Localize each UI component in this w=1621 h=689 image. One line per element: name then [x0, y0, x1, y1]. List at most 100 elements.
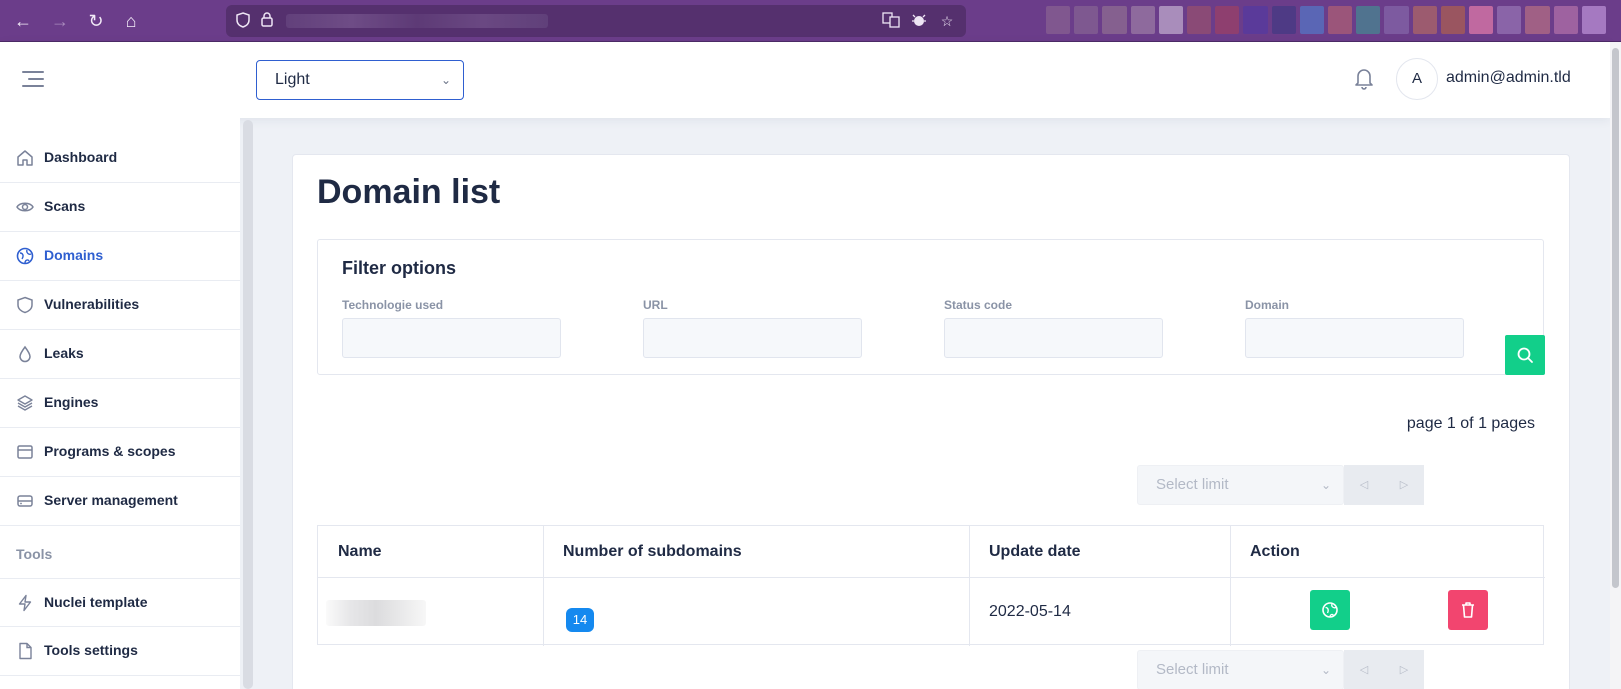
- search-button[interactable]: [1505, 335, 1545, 375]
- star-icon[interactable]: ☆: [938, 12, 956, 30]
- sidebar-item-server-management[interactable]: Server management: [0, 477, 240, 526]
- translate-icon[interactable]: [882, 12, 900, 30]
- lightning-icon: [16, 594, 34, 612]
- sidebar-item-vulnerabilities[interactable]: Vulnerabilities: [0, 281, 240, 330]
- avatar[interactable]: A: [1396, 58, 1438, 100]
- browser-toolbar: ← → ↻ ⌂ ☆: [0, 0, 1621, 42]
- server-icon: [16, 492, 34, 510]
- subdomain-count-badge: 14: [566, 608, 594, 632]
- delete-domain-button[interactable]: [1448, 590, 1488, 630]
- column-header-subdomains[interactable]: Number of subdomains: [543, 526, 742, 577]
- sidebar-item-label: Leaks: [44, 345, 84, 361]
- extension-icon[interactable]: [1243, 6, 1268, 34]
- reload-icon[interactable]: ↻: [84, 9, 108, 33]
- sidebar-item-label: Engines: [44, 394, 99, 410]
- sidebar-item-dashboard[interactable]: Dashboard: [0, 134, 240, 183]
- extension-icon[interactable]: [1497, 6, 1522, 34]
- home-icon[interactable]: ⌂: [119, 9, 143, 33]
- bell-icon[interactable]: [1353, 66, 1377, 92]
- layers-icon: [16, 394, 34, 412]
- prev-page-button-bottom[interactable]: ◁: [1344, 650, 1384, 689]
- extension-icon[interactable]: [1356, 6, 1381, 34]
- caret-right-icon: ▷: [1399, 479, 1409, 491]
- column-header-name[interactable]: Name: [318, 526, 382, 577]
- extension-icon[interactable]: [1553, 6, 1578, 34]
- extension-icon[interactable]: [1384, 6, 1409, 34]
- sidebar-item-scans[interactable]: Scans: [0, 183, 240, 232]
- next-page-button[interactable]: ▷: [1384, 465, 1424, 505]
- sidebar-scrollbar[interactable]: [243, 120, 253, 689]
- domain-input[interactable]: [1245, 318, 1464, 358]
- limit-select-placeholder: Select limit: [1156, 661, 1229, 678]
- url-input[interactable]: [643, 318, 862, 358]
- extension-icon[interactable]: [1581, 6, 1607, 34]
- filter-label-url: URL: [643, 298, 668, 312]
- lock-icon[interactable]: [258, 12, 276, 30]
- hamburger-menu-icon[interactable]: [22, 71, 44, 87]
- back-icon[interactable]: ←: [11, 9, 35, 33]
- limit-select-placeholder: Select limit: [1156, 476, 1229, 493]
- file-icon: [16, 642, 34, 660]
- extension-icon[interactable]: [1074, 6, 1099, 34]
- sidebar: Dashboard Scans Domains Vulnerabilities …: [0, 118, 240, 689]
- extension-icon[interactable]: [1299, 6, 1325, 34]
- filter-panel: Filter options Technologie used URL Stat…: [317, 239, 1545, 375]
- extension-icon[interactable]: [1412, 6, 1437, 34]
- next-page-button-bottom[interactable]: ▷: [1384, 650, 1424, 689]
- droplet-icon: [16, 345, 34, 363]
- extension-icon[interactable]: [1271, 6, 1296, 34]
- column-header-update-date[interactable]: Update date: [969, 526, 1081, 577]
- domain-list-card: Domain list Filter options Technologie u…: [292, 154, 1570, 689]
- view-domain-button[interactable]: [1310, 590, 1350, 630]
- extension-icon[interactable]: [1102, 6, 1127, 34]
- user-email[interactable]: admin@admin.tld: [1446, 69, 1571, 87]
- sidebar-item-label: Programs & scopes: [44, 443, 176, 459]
- extension-icon[interactable]: [1046, 6, 1071, 34]
- extension-icon[interactable]: [1130, 6, 1155, 34]
- sidebar-item-label: Scans: [44, 198, 86, 214]
- extension-icon[interactable]: [1215, 6, 1240, 34]
- extension-icon[interactable]: [1187, 6, 1212, 34]
- home-icon: [16, 149, 34, 167]
- extension-icon[interactable]: [1440, 6, 1466, 34]
- eye-icon: [16, 198, 34, 216]
- status-code-input[interactable]: [944, 318, 1163, 358]
- limit-select[interactable]: Select limit ⌄: [1137, 465, 1344, 505]
- technologie-input[interactable]: [342, 318, 561, 358]
- bug-icon[interactable]: [910, 12, 928, 30]
- limit-select-bottom[interactable]: Select limit ⌄: [1137, 650, 1344, 689]
- filter-label-domain: Domain: [1245, 298, 1290, 312]
- browser-icon: [16, 443, 34, 461]
- extension-icon[interactable]: [1158, 6, 1184, 34]
- page-title: Domain list: [317, 173, 501, 211]
- caret-right-icon: ▷: [1399, 664, 1409, 676]
- sidebar-item-engines[interactable]: Engines: [0, 379, 240, 428]
- sidebar-section-tools: Tools: [16, 546, 53, 562]
- update-date: 2022-05-14: [989, 603, 1071, 620]
- url-text-redacted: [286, 14, 548, 28]
- address-bar[interactable]: ☆: [226, 5, 966, 37]
- sidebar-item-label: Server management: [44, 492, 178, 508]
- sidebar-item-label: Nuclei template: [44, 594, 148, 610]
- extensions-toolbar: [1046, 6, 1607, 34]
- domain-name-redacted[interactable]: [326, 600, 426, 626]
- sidebar-item-tools-settings[interactable]: Tools settings: [0, 627, 240, 676]
- globe-icon: [1322, 602, 1338, 618]
- app-header: Light ⌄ A admin@admin.tld: [0, 42, 1610, 118]
- extension-icon[interactable]: [1469, 6, 1494, 34]
- shield-icon[interactable]: [234, 12, 252, 30]
- filter-title: Filter options: [342, 258, 456, 278]
- caret-left-icon: ◁: [1359, 479, 1369, 491]
- page-scrollbar[interactable]: [1610, 42, 1621, 689]
- extension-icon[interactable]: [1525, 6, 1550, 34]
- sidebar-item-nuclei-template[interactable]: Nuclei template: [0, 578, 240, 627]
- sidebar-item-domains[interactable]: Domains: [0, 232, 240, 281]
- sidebar-item-leaks[interactable]: Leaks: [0, 330, 240, 379]
- sidebar-item-label: Dashboard: [44, 149, 118, 165]
- extension-icon[interactable]: [1328, 6, 1353, 34]
- forward-icon[interactable]: →: [48, 9, 72, 33]
- theme-select[interactable]: Light ⌄: [256, 60, 464, 100]
- trash-icon: [1462, 602, 1474, 618]
- sidebar-item-programs-scopes[interactable]: Programs & scopes: [0, 428, 240, 477]
- prev-page-button[interactable]: ◁: [1344, 465, 1384, 505]
